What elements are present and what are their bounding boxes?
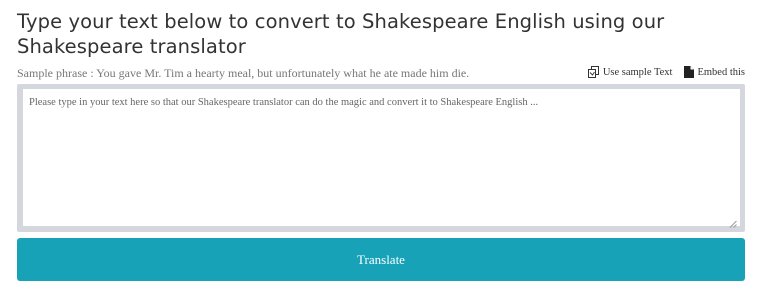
page-heading: Type your text below to convert to Shake… [17, 10, 665, 58]
text-input-frame [17, 84, 745, 232]
text-input[interactable] [23, 89, 740, 226]
embed-this-label: Embed this [697, 66, 745, 78]
use-sample-text-label: Use sample Text [602, 66, 673, 78]
sample-actions: Use sample Text Embed this [587, 66, 745, 78]
sample-phrase: Sample phrase : You gave Mr. Tim a heart… [17, 66, 470, 80]
embed-this-link[interactable]: Embed this [684, 66, 745, 78]
translator-panel: Type your text below to convert to Shake… [0, 0, 760, 288]
use-sample-text-link[interactable]: Use sample Text [587, 66, 673, 78]
resize-handle-icon[interactable] [729, 215, 737, 228]
file-icon [684, 66, 695, 78]
sample-row: Sample phrase : You gave Mr. Tim a heart… [17, 66, 745, 82]
translate-button[interactable]: Translate [17, 238, 745, 281]
copy-icon [587, 66, 600, 78]
